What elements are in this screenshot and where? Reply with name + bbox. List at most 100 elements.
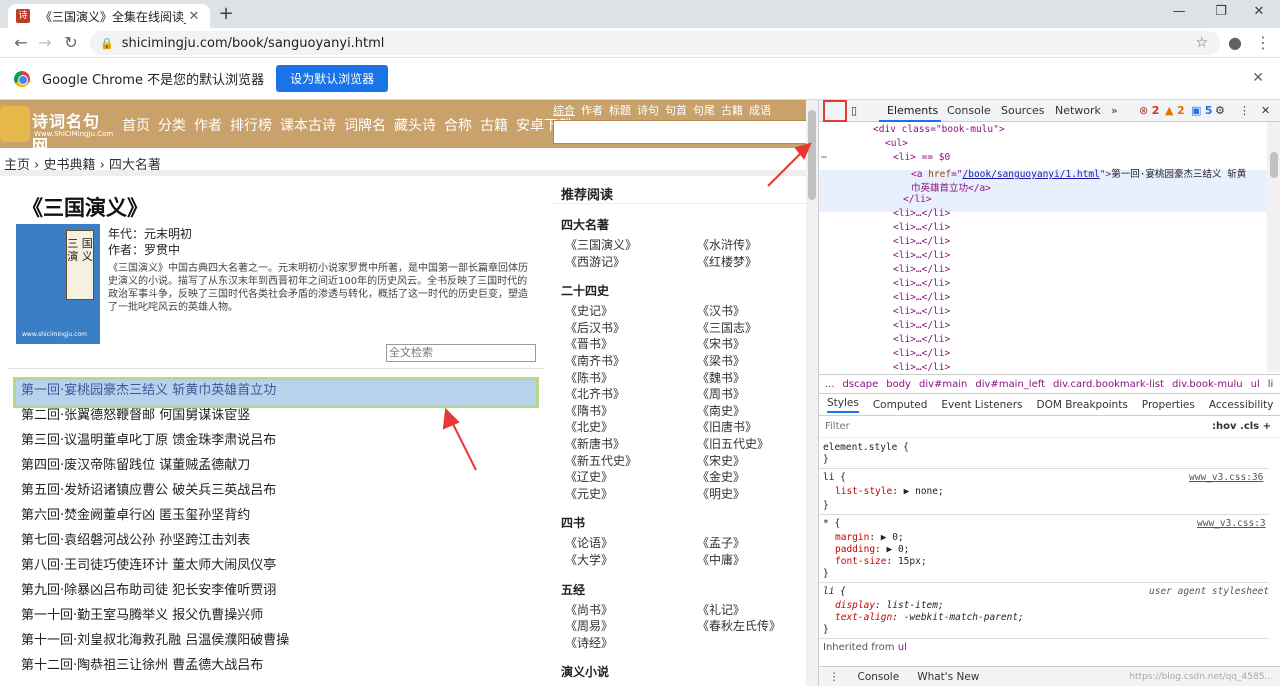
device-toolbar-icon[interactable]: ▯ (851, 104, 857, 117)
book-link[interactable]: 《大学》 (565, 552, 697, 569)
dom-scrollbar-thumb[interactable] (1270, 152, 1278, 178)
warning-count[interactable]: ▲ 2 (1165, 104, 1185, 117)
subtab-dom-breakpoints[interactable]: DOM Breakpoints (1037, 399, 1128, 411)
dom-line[interactable]: <li>…</li> (893, 306, 950, 317)
browser-tab[interactable]: 诗 《三国演义》全集在线阅读_史书 ✕ (8, 4, 210, 28)
chapter-link[interactable]: 第三回·议温明董卓叱丁原 馈金珠李肃说吕布 (16, 430, 536, 455)
book-link[interactable]: 《后汉书》 (565, 320, 697, 337)
book-link[interactable]: 《北齐书》 (565, 386, 697, 403)
book-link[interactable]: 《西游记》 (565, 254, 697, 271)
chapter-link[interactable]: 第二回·张翼德怒鞭督邮 何国舅谋诛宦竖 (16, 405, 536, 430)
dom-line[interactable]: <li>…</li> (893, 362, 950, 372)
search-cat[interactable]: 成语 (749, 102, 771, 118)
book-link[interactable]: 《诗经》 (565, 635, 697, 652)
book-link[interactable]: 《春秋左氏传》 (697, 618, 807, 635)
search-cat[interactable]: 句尾 (693, 102, 715, 118)
dom-crumb[interactable]: div#main_left (975, 379, 1045, 390)
style-prop[interactable]: margin: ▶ 0; (835, 532, 904, 543)
chapter-link[interactable]: 第六回·焚金阙董卓行凶 匿玉玺孙坚背约 (16, 505, 536, 530)
book-link[interactable]: 《明史》 (697, 486, 807, 503)
dom-line[interactable]: <ul> (885, 138, 908, 149)
devtools-menu-icon[interactable]: ⋮ (1239, 104, 1250, 117)
dom-crumb[interactable]: div#main (919, 379, 967, 390)
book-link[interactable]: 《论语》 (565, 535, 697, 552)
book-link[interactable]: 《孟子》 (697, 535, 807, 552)
chapter-link[interactable]: 第四回·废汉帝陈留践位 谋董贼孟德献刀 (16, 455, 536, 480)
rule-selector[interactable]: li { (823, 472, 846, 483)
book-link[interactable]: 《中庸》 (697, 552, 807, 569)
tab-console[interactable]: Console (947, 104, 991, 117)
nav-item[interactable]: 课本古诗 (280, 115, 336, 135)
book-link[interactable]: 《新唐书》 (565, 436, 697, 453)
book-link[interactable]: 《魏书》 (697, 370, 807, 387)
set-default-browser-button[interactable]: 设为默认浏览器 (276, 65, 389, 92)
search-cat[interactable]: 标题 (609, 102, 631, 118)
settings-gear-icon[interactable]: ⚙ (1215, 104, 1225, 117)
maximize-icon[interactable]: ❐ (1208, 4, 1234, 22)
chapter-link[interactable]: 第一回·宴桃园豪杰三结义 斩黄巾英雄首立功 (13, 377, 539, 408)
style-prop[interactable]: padding: ▶ 0; (835, 544, 909, 555)
style-prop[interactable]: list-style: ▶ none; (835, 486, 944, 497)
error-count[interactable]: ⊗ 2 (1139, 104, 1159, 117)
dom-crumb[interactable]: ... (825, 379, 835, 390)
drawer-tab-whats-new[interactable]: What's New (917, 671, 979, 683)
book-link[interactable]: 《陈书》 (565, 370, 697, 387)
minimize-icon[interactable]: — (1166, 4, 1192, 22)
book-link[interactable]: 《隋书》 (565, 403, 697, 420)
rule-selector[interactable]: * { (823, 518, 840, 529)
dom-line[interactable]: <li>…</li> (893, 264, 950, 275)
book-link[interactable]: 《金史》 (697, 469, 807, 486)
dom-crumb[interactable]: dscape (843, 379, 879, 390)
devtools-close-icon[interactable]: ✕ (1261, 104, 1270, 117)
book-link[interactable]: 《南齐书》 (565, 353, 697, 370)
dom-line[interactable]: <li>…</li> (893, 236, 950, 247)
book-link[interactable]: 《水浒传》 (697, 237, 807, 254)
profile-icon[interactable]: ● (1224, 32, 1246, 54)
dom-line[interactable]: <li>…</li> (893, 348, 950, 359)
book-link[interactable]: 《旧唐书》 (697, 419, 807, 436)
chapter-link[interactable]: 第十二回·陶恭祖三让徐州 曹孟德大战吕布 (16, 655, 536, 680)
styles-filter-input[interactable]: Filter :hov .cls + (819, 418, 1280, 438)
book-link[interactable]: 《元史》 (565, 486, 697, 503)
dom-line[interactable]: <li>…</li> (893, 320, 950, 331)
search-cat[interactable]: 综合 (553, 102, 575, 118)
tab-elements[interactable]: Elements (887, 104, 938, 117)
style-prop[interactable]: font-size: 15px; (835, 556, 927, 567)
book-link[interactable]: 《晋书》 (565, 336, 697, 353)
dom-line[interactable]: <li>…</li> (893, 292, 950, 303)
search-cat[interactable]: 句首 (665, 102, 687, 118)
subtab-computed[interactable]: Computed (873, 399, 928, 411)
book-link[interactable]: 《尚书》 (565, 602, 697, 619)
chapter-link[interactable]: 第十一回·刘皇叔北海救孔融 吕温侯濮阳破曹操 (16, 630, 536, 655)
dom-line[interactable]: 巾英雄首立功</a> (911, 180, 991, 194)
dom-line[interactable]: <li>…</li> (893, 250, 950, 261)
dom-line[interactable]: <li>…</li> (893, 278, 950, 289)
tab-sources[interactable]: Sources (1001, 104, 1045, 117)
book-link[interactable]: 《辽史》 (565, 469, 697, 486)
subtab-properties[interactable]: Properties (1142, 399, 1195, 411)
dom-crumb[interactable]: ul (1251, 379, 1260, 390)
search-cat[interactable]: 作者 (581, 102, 603, 118)
book-link[interactable]: 《周易》 (565, 618, 697, 635)
tab-network[interactable]: Network (1055, 104, 1101, 117)
book-link[interactable]: 《南史》 (697, 403, 807, 420)
chapter-link[interactable]: 第九回·除暴凶吕布助司徒 犯长安李傕听贾诩 (16, 580, 536, 605)
dom-crumb[interactable]: li (1268, 379, 1274, 390)
subtab-event-listeners[interactable]: Event Listeners (941, 399, 1022, 411)
nav-item[interactable]: 排行榜 (230, 115, 272, 135)
page-scrollbar-thumb[interactable] (808, 110, 816, 200)
dom-line[interactable]: </li> (903, 194, 932, 205)
dom-crumb[interactable]: body (886, 379, 911, 390)
book-link[interactable]: 《梁书》 (697, 353, 807, 370)
window-close-icon[interactable]: ✕ (1246, 4, 1272, 22)
nav-item[interactable]: 合称 (444, 115, 472, 135)
dom-line[interactable]: <li>…</li> (893, 208, 950, 219)
nav-item[interactable]: 藏头诗 (394, 115, 436, 135)
infobar-close-icon[interactable]: ✕ (1252, 70, 1264, 86)
subtab-accessibility[interactable]: Accessibility (1209, 399, 1274, 411)
menu-kebab-icon[interactable]: ⋮ (1252, 32, 1274, 54)
book-link[interactable]: 《宋史》 (697, 453, 807, 470)
tab-close-icon[interactable]: ✕ (186, 9, 202, 24)
inspect-element-icon[interactable] (823, 100, 847, 122)
book-link[interactable]: 《三国志》 (697, 320, 807, 337)
